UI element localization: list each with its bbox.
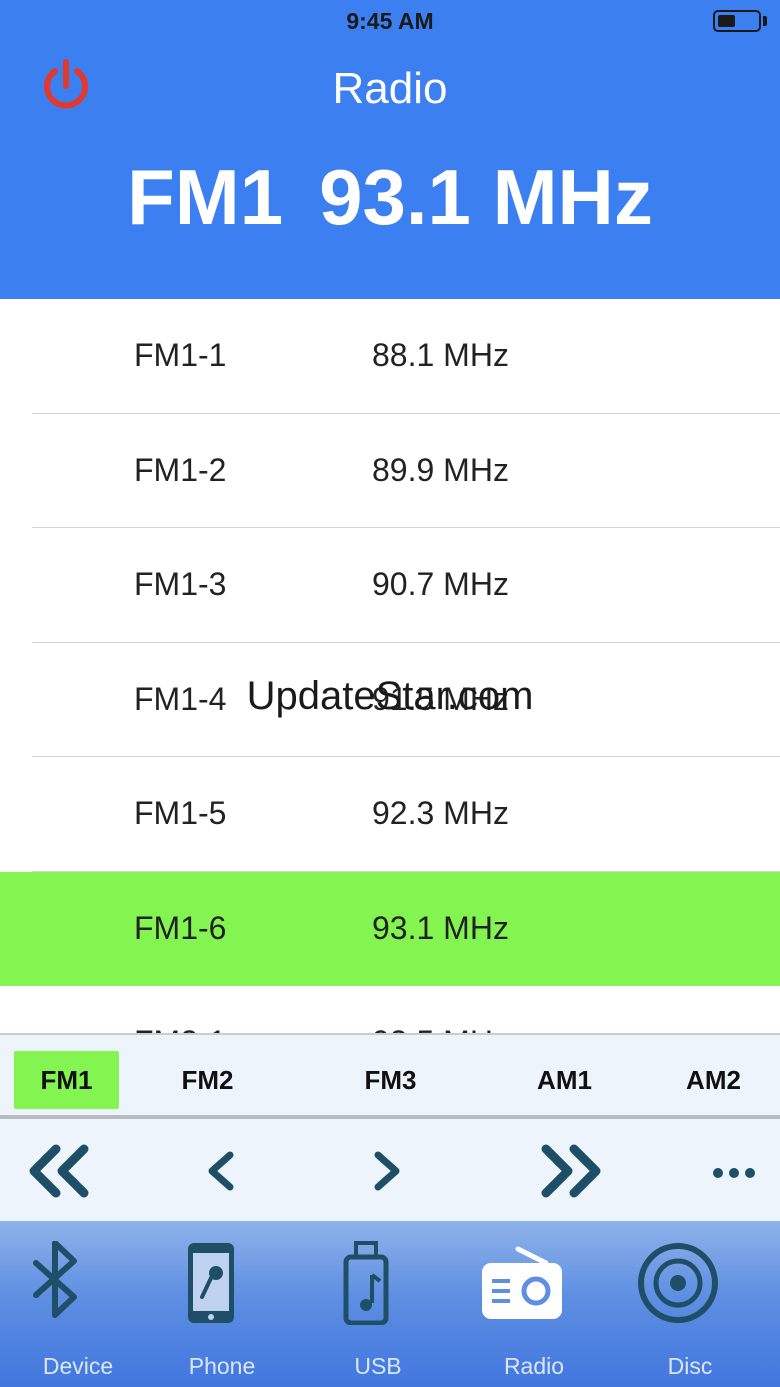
tab-label: Device <box>42 1353 114 1379</box>
preset-frequency: 92.3 MHz <box>372 795 509 831</box>
preset-frequency: 88.1 MHz <box>372 337 509 373</box>
current-frequency: 93.1 MHz <box>319 153 653 241</box>
bluetooth-icon <box>33 1241 77 1318</box>
transport-controls <box>0 1119 780 1221</box>
preset-row-3[interactable]: FM1-3 90.7 MHz <box>0 528 780 643</box>
band-selector: FM1 FM2 FM3 AM1 AM2 <box>0 1033 780 1119</box>
preset-frequency: 93.5 MHz <box>372 1024 509 1033</box>
next-button[interactable] <box>368 1141 408 1201</box>
next-icon <box>374 1151 400 1191</box>
tab-label: Radio <box>503 1353 565 1379</box>
tab-device[interactable]: Device <box>0 1221 156 1387</box>
disc-icon <box>638 1243 718 1323</box>
tab-phone[interactable]: Phone <box>144 1221 300 1387</box>
more-icon <box>713 1168 755 1178</box>
tab-bar: Device Phone USB Radio Disc <box>0 1221 780 1387</box>
battery-tip <box>763 16 767 26</box>
fast-forward-button[interactable] <box>536 1141 606 1201</box>
preset-row-6[interactable]: FM1-6 93.1 MHz <box>0 871 780 986</box>
preset-name: FM1-2 <box>134 451 227 488</box>
preset-name: FM1-1 <box>134 337 227 373</box>
previous-button[interactable] <box>200 1141 240 1201</box>
fast-rewind-icon <box>29 1144 89 1198</box>
status-bar: 9:45 AM <box>0 0 780 44</box>
preset-frequency: 90.7 MHz <box>372 566 509 602</box>
current-station-display: FM1 93.1 MHz <box>0 152 780 243</box>
more-button[interactable] <box>708 1141 760 1201</box>
phone-icon <box>188 1243 234 1323</box>
fast-rewind-button[interactable] <box>24 1141 94 1201</box>
preset-frequency: 89.9 MHz <box>372 451 509 488</box>
band-am1-button[interactable]: AM1 <box>512 1051 617 1109</box>
battery-icon <box>713 10 761 32</box>
band-am2-button[interactable]: AM2 <box>661 1051 766 1109</box>
preset-row-1[interactable]: FM1-1 88.1 MHz <box>0 299 780 414</box>
radio-header: 9:45 AM Radio FM1 93.1 MHz <box>0 0 780 299</box>
tab-radio[interactable]: Radio <box>456 1221 612 1387</box>
band-fm1-button[interactable]: FM1 <box>14 1051 119 1109</box>
band-fm2-button[interactable]: FM2 <box>155 1051 260 1109</box>
tab-usb[interactable]: USB <box>300 1221 456 1387</box>
usb-icon <box>343 1241 389 1325</box>
preset-frequency: 93.1 MHz <box>372 909 509 946</box>
preset-name: FM1-5 <box>134 795 227 831</box>
preset-row-5[interactable]: FM1-5 92.3 MHz <box>0 757 780 872</box>
preset-row-7[interactable]: FM2-1 93.5 MHz <box>0 986 780 1033</box>
previous-icon <box>208 1151 234 1191</box>
battery-level <box>718 15 735 27</box>
preset-name: FM2-1 <box>134 1024 226 1033</box>
preset-list[interactable]: FM1-1 88.1 MHz FM1-2 89.9 MHz FM1-3 90.7… <box>0 299 780 1033</box>
preset-frequency: 91.5 MHz <box>372 680 509 717</box>
status-time: 9:45 AM <box>346 8 434 34</box>
preset-name: FM1-3 <box>134 566 227 602</box>
band-fm3-button[interactable]: FM3 <box>338 1051 443 1109</box>
radio-icon <box>482 1246 562 1319</box>
fast-forward-icon <box>541 1144 601 1198</box>
preset-row-4[interactable]: FM1-4 91.5 MHz <box>0 643 780 758</box>
tab-label: USB <box>354 1353 402 1379</box>
tab-disc[interactable]: Disc <box>612 1221 768 1387</box>
page-title: Radio <box>332 64 448 113</box>
preset-name: FM1-4 <box>134 680 227 717</box>
tab-label: Phone <box>188 1353 256 1379</box>
tab-label: Disc <box>667 1353 713 1379</box>
preset-name: FM1-6 <box>134 909 227 946</box>
current-band: FM1 <box>127 153 284 241</box>
preset-row-2[interactable]: FM1-2 89.9 MHz <box>0 414 780 529</box>
